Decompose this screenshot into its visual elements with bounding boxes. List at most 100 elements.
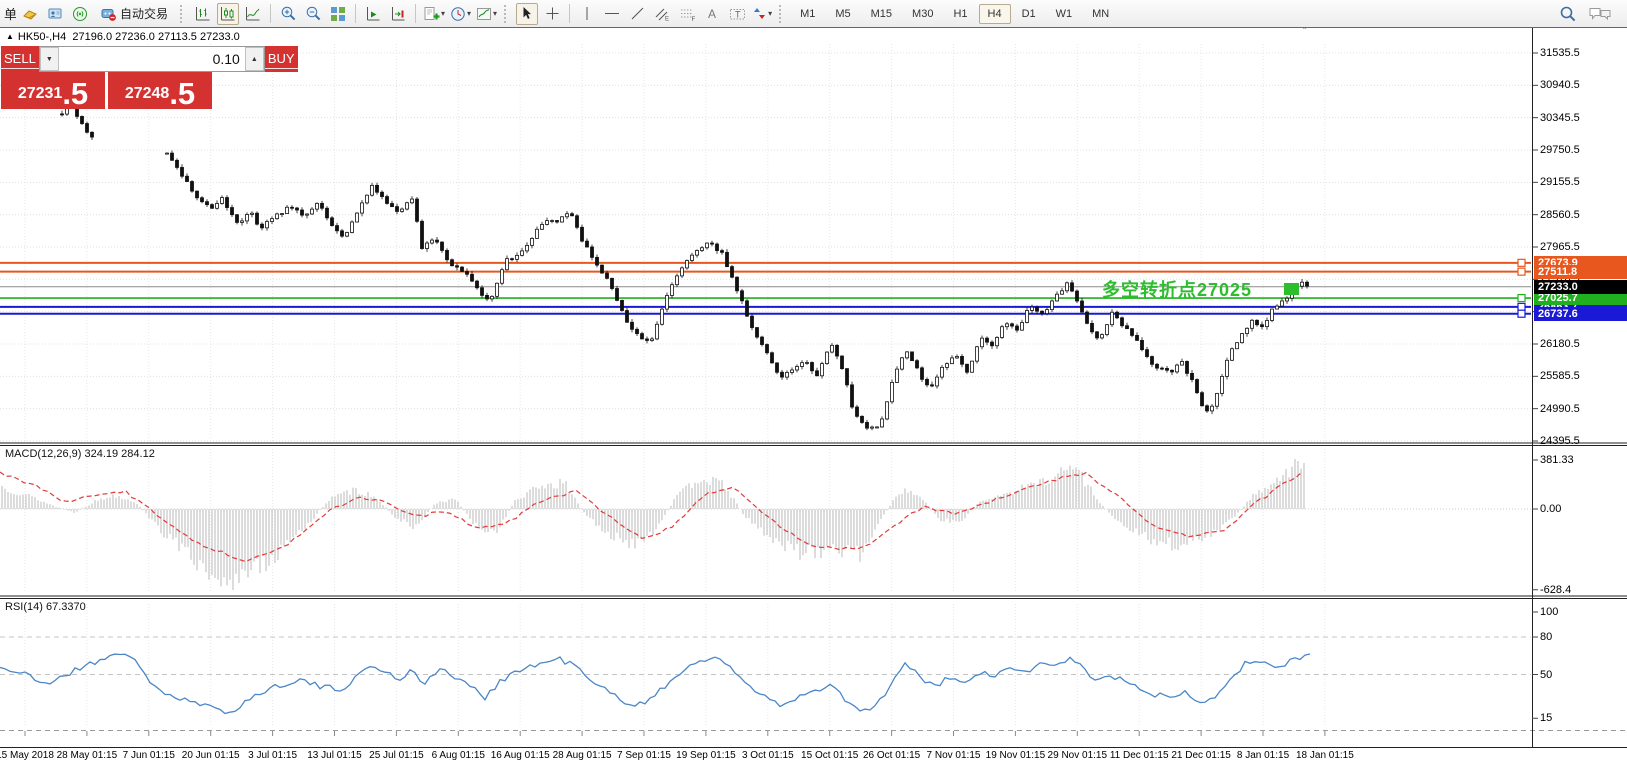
hline-price-label[interactable]: 27233.0: [1534, 280, 1627, 294]
price-tick-label: 28560.5: [1540, 209, 1580, 221]
annotation-text[interactable]: 多空转折点27025: [1102, 276, 1252, 302]
autotrading-label: 自动交易: [120, 5, 168, 22]
search-icon[interactable]: [1557, 3, 1579, 25]
toolbar-grip: [779, 5, 785, 23]
sell-price-fraction: .5: [62, 82, 88, 106]
new-order-button[interactable]: 单: [4, 4, 16, 23]
collapse-panel-icon[interactable]: ▲: [6, 32, 14, 41]
timeframe-m30[interactable]: M30: [903, 4, 942, 24]
one-click-trading-panel: SELL ▼ ▲ BUY 27231 .5 27248 .5: [1, 46, 212, 109]
hline-handle[interactable]: [1518, 303, 1525, 310]
toolbar-separator: [415, 4, 416, 23]
macd-tick-label: -628.4: [1540, 584, 1571, 596]
rsi-tick-label: 15: [1540, 712, 1552, 724]
sell-price: 27231: [18, 86, 63, 102]
chat-icon[interactable]: [1587, 3, 1613, 25]
price-tick-label: 24395.5: [1540, 435, 1580, 447]
pane-splitter[interactable]: [0, 594, 1627, 599]
templates-icon[interactable]: ▾: [475, 3, 498, 25]
arrows-dropdown-caret[interactable]: ▾: [768, 9, 772, 18]
timeframe-mn[interactable]: MN: [1083, 4, 1118, 24]
indicators-dropdown-caret[interactable]: ▾: [441, 9, 445, 18]
volume-input[interactable]: [59, 47, 245, 71]
cursor-icon[interactable]: [516, 3, 538, 25]
timeframe-d1[interactable]: D1: [1013, 4, 1045, 24]
autotrading-button[interactable]: 自动交易: [94, 3, 174, 25]
chart-scroll-marker: ˆ: [1303, 27, 1306, 38]
templates-dropdown-caret[interactable]: ▾: [493, 9, 497, 18]
toolbar-separator: [569, 4, 570, 23]
line-chart-icon[interactable]: [242, 3, 264, 25]
rsi-tick-label: 100: [1540, 606, 1558, 618]
timeframe-h1[interactable]: H1: [944, 4, 976, 24]
sell-price-button[interactable]: 27231 .5: [1, 72, 105, 109]
periods-dropdown-caret[interactable]: ▾: [467, 9, 471, 18]
volume-increase-button[interactable]: ▲: [245, 47, 264, 71]
hline-price-label[interactable]: 27511.8: [1534, 265, 1627, 279]
indicators-icon[interactable]: ▾: [422, 3, 446, 25]
price-tick-label: 27965.5: [1540, 241, 1580, 253]
auto-scroll-icon[interactable]: [362, 3, 384, 25]
sell-button[interactable]: SELL: [1, 46, 39, 72]
bar-chart-icon[interactable]: [192, 3, 214, 25]
buy-button[interactable]: BUY: [265, 46, 298, 72]
svg-text:T: T: [735, 9, 741, 19]
zoom-out-icon[interactable]: [302, 3, 324, 25]
timeframe-m5[interactable]: M5: [826, 4, 859, 24]
hline-price-label[interactable]: 26737.6: [1534, 307, 1627, 321]
toolbar: 单 自动交易 ▾ ▾: [0, 0, 1627, 28]
buy-price-fraction: .5: [169, 82, 195, 106]
new-chart-icon[interactable]: [19, 3, 41, 25]
toolbar-separator: [270, 4, 271, 23]
chart-canvas[interactable]: [0, 28, 1627, 767]
timeframe-m15[interactable]: M15: [862, 4, 901, 24]
macd-tick-label: 0.00: [1540, 503, 1561, 515]
pane-splitter[interactable]: [0, 441, 1627, 446]
trendline-icon[interactable]: [626, 3, 648, 25]
rsi-indicator-label: RSI(14) 67.3370: [5, 601, 86, 613]
hline-handle[interactable]: [1518, 295, 1525, 302]
zoom-in-icon[interactable]: [277, 3, 299, 25]
fibonacci-icon[interactable]: F: [676, 3, 698, 25]
price-tick-label: 30940.5: [1540, 79, 1580, 91]
timeframe-m1[interactable]: M1: [791, 4, 824, 24]
rsi-tick-label: 80: [1540, 631, 1552, 643]
timeframe-group: M1M5M15M30H1H4D1W1MN: [791, 4, 1118, 24]
price-tick-label: 29155.5: [1540, 176, 1580, 188]
horizontal-line-icon[interactable]: [601, 3, 623, 25]
tile-windows-icon[interactable]: [327, 3, 349, 25]
volume-decrease-button[interactable]: ▼: [40, 47, 59, 71]
toolbar-grip: [180, 5, 186, 23]
price-tick-label: 25585.5: [1540, 370, 1580, 382]
price-scale[interactable]: 31535.530940.530345.529750.529155.528560…: [1534, 28, 1627, 748]
text-label-icon[interactable]: T: [726, 3, 748, 25]
signals-icon[interactable]: [69, 3, 91, 25]
vertical-line-icon[interactable]: [576, 3, 598, 25]
timeframe-w1[interactable]: W1: [1047, 4, 1082, 24]
periods-icon[interactable]: ▾: [449, 3, 472, 25]
symbol-period: HK50-,H4: [18, 31, 66, 43]
arrows-icon[interactable]: ▾: [751, 3, 773, 25]
buy-price-button[interactable]: 27248 .5: [108, 72, 212, 109]
crosshair-icon[interactable]: [541, 3, 563, 25]
buy-price: 27248: [125, 86, 170, 102]
svg-text:F: F: [691, 17, 695, 22]
rsi-tick-label: 50: [1540, 669, 1552, 681]
macd-tick-label: 381.33: [1540, 454, 1574, 466]
timeframe-h4[interactable]: H4: [979, 4, 1011, 24]
text-icon[interactable]: A: [701, 3, 723, 25]
toolbar-grip: [504, 5, 510, 23]
annotation-marker[interactable]: [1284, 283, 1299, 295]
volume-spinner: ▼ ▲: [39, 46, 265, 72]
svg-text:E: E: [665, 16, 669, 22]
equidistant-channel-icon[interactable]: E: [651, 3, 673, 25]
svg-text:A: A: [708, 7, 716, 21]
price-tick-label: 30345.5: [1540, 112, 1580, 124]
hline-handle[interactable]: [1518, 310, 1525, 317]
hline-handle[interactable]: [1518, 268, 1525, 275]
profile-icon[interactable]: [44, 3, 66, 25]
price-tick-label: 24990.5: [1540, 403, 1580, 415]
chart-shift-icon[interactable]: [387, 3, 409, 25]
hline-handle[interactable]: [1518, 259, 1525, 266]
candlestick-chart-icon[interactable]: [217, 3, 239, 25]
